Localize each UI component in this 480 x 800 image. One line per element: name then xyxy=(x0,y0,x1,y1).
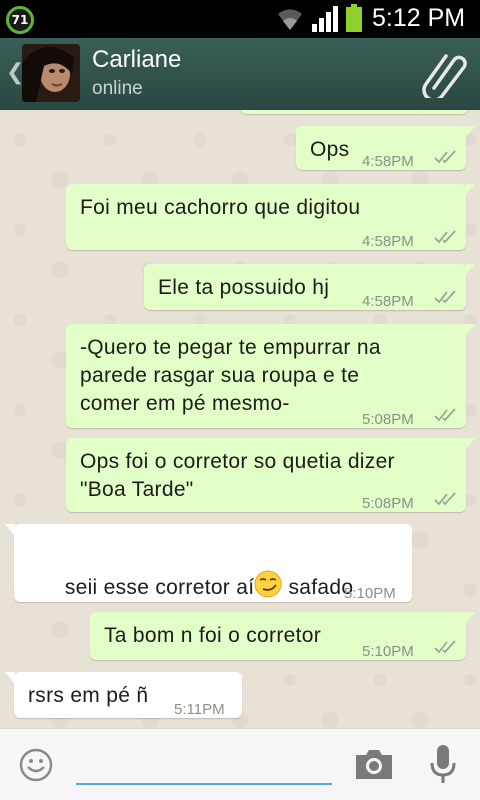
message-time: 5:10PM xyxy=(344,585,396,602)
avatar[interactable] xyxy=(22,44,80,102)
emoji-icon[interactable] xyxy=(18,747,54,783)
wifi-icon xyxy=(278,9,302,30)
camera-icon[interactable] xyxy=(354,747,394,781)
status-time: 5:12 PM xyxy=(372,4,466,32)
contact-status: online xyxy=(92,78,143,99)
message-text-part: safado xyxy=(282,576,354,599)
chat-area[interactable]: Ops 4:58PM Foi meu cachorro que digitou … xyxy=(0,110,480,728)
message-bubble-incoming[interactable]: rsrs em pé ñ 5:11PM xyxy=(5,672,242,718)
message-text: rsrs em pé ñ xyxy=(28,684,149,707)
double-check-icon xyxy=(434,640,456,654)
message-text-part: seii esse corretor aí xyxy=(64,576,255,599)
message-text: Ops xyxy=(310,138,350,161)
message-time: 5:08PM xyxy=(362,411,414,428)
message-text: Ta bom n foi o corretor xyxy=(104,624,321,647)
smirk-emoji-icon xyxy=(254,570,282,598)
message-input[interactable] xyxy=(76,741,332,785)
mic-icon[interactable] xyxy=(428,743,458,787)
message-time: 5:10PM xyxy=(362,643,414,660)
message-text: Foi meu cachorro que digitou xyxy=(80,196,361,219)
double-check-icon xyxy=(434,290,456,304)
input-bar xyxy=(0,728,480,800)
message-bubble-outgoing[interactable]: Ta bom n foi o corretor 5:10PM xyxy=(90,612,475,660)
double-check-icon xyxy=(434,408,456,422)
message-bubble-outgoing[interactable]: Ops 4:58PM xyxy=(296,126,475,170)
battery-icon xyxy=(346,4,362,32)
message-bubble-partial xyxy=(240,110,468,114)
message-time: 4:58PM xyxy=(362,153,414,170)
message-bubble-outgoing[interactable]: Foi meu cachorro que digitou 4:58PM xyxy=(66,184,475,250)
message-bubble-outgoing[interactable]: Ops foi o corretor so quetia dizer "Boa … xyxy=(66,438,475,512)
message-time: 4:58PM xyxy=(362,293,414,310)
double-check-icon xyxy=(434,230,456,244)
message-text: Ele ta possuido hj xyxy=(158,276,330,299)
message-time: 5:08PM xyxy=(362,495,414,512)
notification-icon: 71 xyxy=(6,6,34,34)
double-check-icon xyxy=(434,150,456,164)
status-bar: 71 5:12 PM xyxy=(0,0,480,38)
message-bubble-outgoing[interactable]: Ele ta possuido hj 4:58PM xyxy=(144,264,475,310)
message-bubble-outgoing[interactable]: -Quero te pegar te empurrar na parede ra… xyxy=(66,324,475,428)
contact-name[interactable]: Carliane xyxy=(92,46,181,74)
chat-header: ❮ Carliane online xyxy=(0,38,480,110)
message-time: 4:58PM xyxy=(362,233,414,250)
message-time: 5:11PM xyxy=(174,701,225,718)
signal-icon xyxy=(312,6,338,32)
message-text: Ops foi o corretor so quetia dizer "Boa … xyxy=(80,450,395,501)
double-check-icon xyxy=(434,492,456,506)
attach-icon[interactable] xyxy=(420,50,468,98)
message-text: -Quero te pegar te empurrar na parede ra… xyxy=(80,336,381,415)
message-bubble-incoming[interactable]: seii esse corretor aí safado 5:10PM xyxy=(5,524,412,602)
